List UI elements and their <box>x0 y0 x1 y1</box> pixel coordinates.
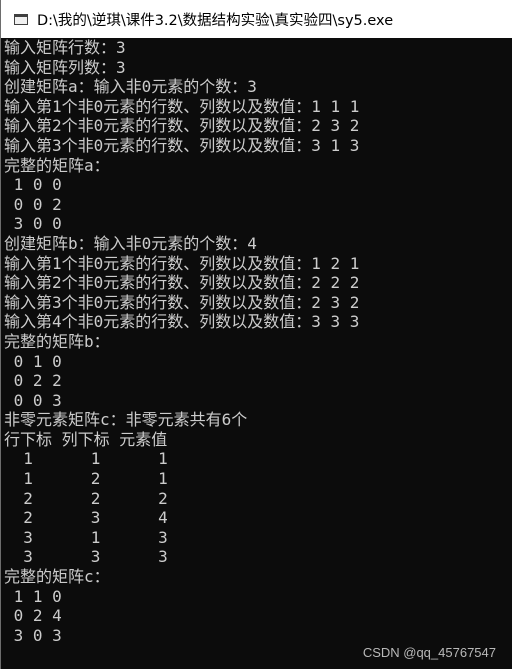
console-line: 0 2 4 <box>4 606 62 626</box>
console-line: 0 0 3 <box>4 390 62 410</box>
console-line: 3 1 3 <box>4 527 168 547</box>
console-line: 输入第1个非0元素的行数、列数以及数值：1 1 1 <box>4 96 360 116</box>
console-line: 1 1 0 <box>4 586 62 606</box>
console-line: 3 0 3 <box>4 625 62 645</box>
console-line: 创建矩阵b：输入非0元素的个数：4 <box>4 233 257 253</box>
console-window: D:\我的\逆琪\课件3.2\数据结构实验\真实验四\sy5.exe 输入矩阵行… <box>0 0 512 669</box>
console-line: 输入第3个非0元素的行数、列数以及数值：2 3 2 <box>4 292 360 312</box>
console-line: 输入第2个非0元素的行数、列数以及数值：2 2 2 <box>4 273 360 293</box>
window-title: D:\我的\逆琪\课件3.2\数据结构实验\真实验四\sy5.exe <box>37 12 394 29</box>
csdn-watermark: CSDN @qq_45767547 <box>362 645 496 660</box>
console-line: 0 1 0 <box>4 351 62 371</box>
console-line: 1 1 1 <box>4 449 168 469</box>
console-line: 输入第1个非0元素的行数、列数以及数值：1 2 1 <box>4 253 360 273</box>
console-line: 1 0 0 <box>4 175 62 195</box>
console-output[interactable]: 输入矩阵行数：3 输入矩阵列数：3 创建矩阵a：输入非0元素的个数：3 输入第1… <box>4 38 512 669</box>
console-line: 输入矩阵列数：3 <box>4 57 126 77</box>
title-bar[interactable]: D:\我的\逆琪\课件3.2\数据结构实验\真实验四\sy5.exe <box>1 0 512 38</box>
console-line: 创建矩阵a：输入非0元素的个数：3 <box>4 77 257 97</box>
console-line: 输入矩阵行数：3 <box>4 38 126 57</box>
console-line: 3 0 0 <box>4 214 62 234</box>
console-line: 2 2 2 <box>4 488 168 508</box>
console-line: 非零元素矩阵c：非零元素共有6个 <box>4 410 248 430</box>
console-line: 完整的矩阵c： <box>4 567 110 587</box>
console-line: 2 3 4 <box>4 508 168 528</box>
console-line: 1 2 1 <box>4 469 168 489</box>
console-line: 3 3 3 <box>4 547 168 567</box>
console-line: 输入第4个非0元素的行数、列数以及数值：3 3 3 <box>4 312 360 332</box>
console-line: 完整的矩阵b： <box>4 331 110 351</box>
console-line: 0 2 2 <box>4 371 62 391</box>
console-line: 完整的矩阵a： <box>4 155 110 175</box>
console-line: 输入第2个非0元素的行数、列数以及数值：2 3 2 <box>4 116 360 136</box>
console-line: 行下标 列下标 元素值 <box>4 429 168 449</box>
console-line: 输入第3个非0元素的行数、列数以及数值：3 1 3 <box>4 135 360 155</box>
console-window-icon[interactable] <box>14 13 28 25</box>
console-line: 0 0 2 <box>4 194 62 214</box>
